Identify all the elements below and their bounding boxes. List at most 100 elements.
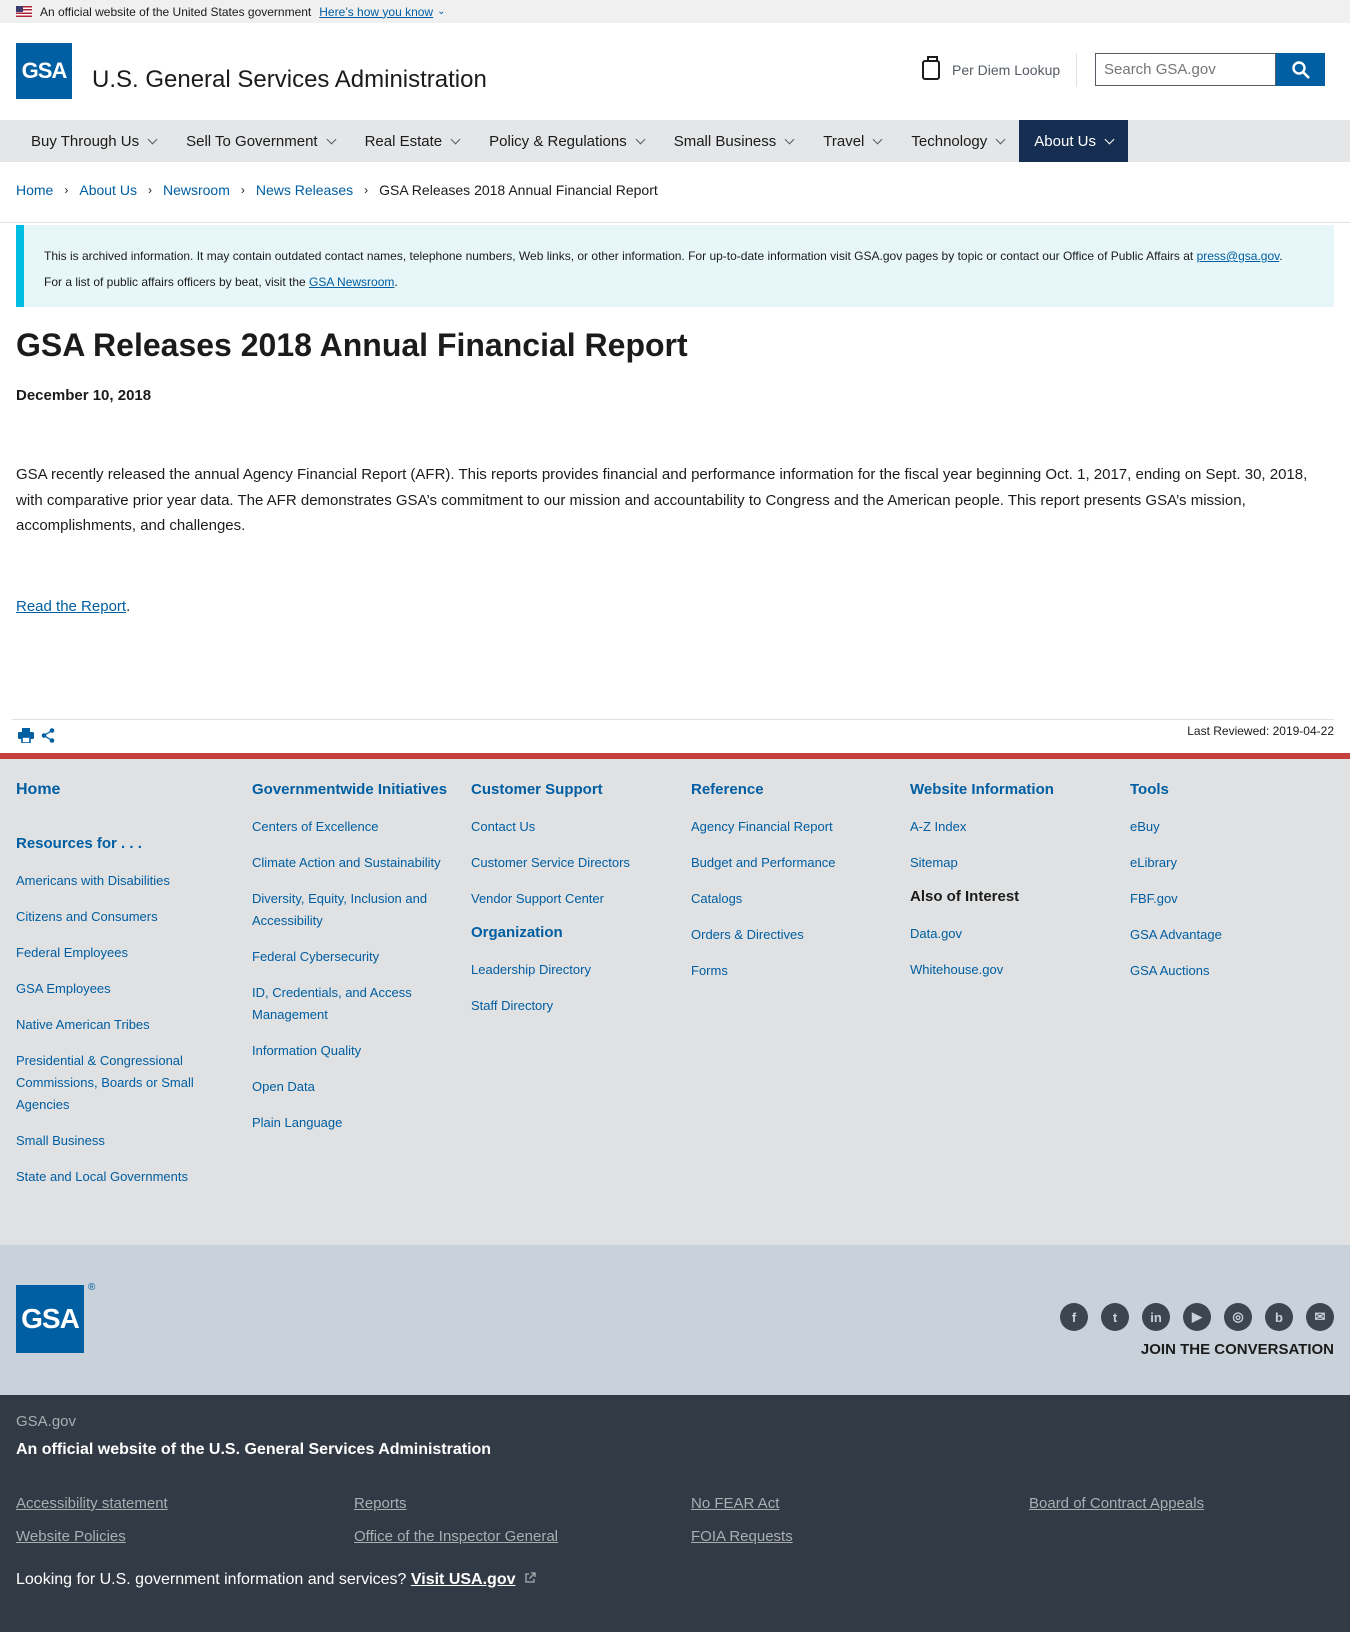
press-email-link[interactable]: press@gsa.gov [1197,249,1280,263]
footer-nav: Home Resources for . . . Americans with … [0,759,1350,1245]
usa-gov-text: Looking for U.S. government information … [16,1571,411,1588]
chevron-down-icon [147,134,158,145]
breadcrumb-newsroom[interactable]: Newsroom [163,182,230,198]
footer-link[interactable]: Citizens and Consumers [16,906,226,928]
footer-link[interactable]: Vendor Support Center [471,888,671,910]
identifier-domain: GSA.gov [16,1413,77,1430]
inspector-general-link[interactable]: Office of the Inspector General [354,1528,558,1545]
chevron-down-icon[interactable]: ⌄ [437,6,445,17]
footer-link[interactable]: ID, Credentials, and Access Management [252,982,452,1026]
footer-link[interactable]: Climate Action and Sustainability [252,852,452,874]
footer-link[interactable]: Small Business [16,1130,226,1152]
footer-link[interactable]: Diversity, Equity, Inclusion and Accessi… [252,888,452,932]
footer-link[interactable]: Catalogs [691,888,891,910]
nav-travel[interactable]: Travel [808,120,896,162]
footer-link[interactable]: Centers of Excellence [252,816,452,838]
twitter-icon[interactable]: t [1101,1303,1129,1331]
footer-link[interactable]: Leadership Directory [471,959,671,981]
how-you-know-link[interactable]: Here’s how you know [319,5,433,19]
breadcrumb-home[interactable]: Home [16,182,53,198]
footer-link[interactable]: Presidential & Congressional Commissions… [16,1050,226,1116]
visit-usa-gov-link[interactable]: Visit USA.gov [411,1571,516,1588]
footer-link[interactable]: Data.gov [910,923,1110,945]
accessibility-statement-link[interactable]: Accessibility statement [16,1495,168,1512]
gsa-logo[interactable]: GSA [16,43,72,99]
chevron-down-icon [995,134,1006,145]
footer-link[interactable]: Whitehouse.gov [910,959,1110,981]
read-report-link[interactable]: Read the Report [16,598,126,615]
footer-home-link[interactable]: Home [16,781,226,799]
us-flag-icon [16,6,32,17]
linkedin-icon[interactable]: in [1142,1303,1170,1331]
nav-real-estate[interactable]: Real Estate [350,120,475,162]
chevron-right-icon: › [64,183,69,197]
gsa-footer-logo[interactable]: GSA [16,1285,84,1353]
nav-about-us[interactable]: About Us [1019,120,1128,162]
footer-link[interactable]: Agency Financial Report [691,816,891,838]
footer-link[interactable]: Plain Language [252,1112,452,1134]
footer-link[interactable]: Staff Directory [471,995,671,1017]
blog-icon[interactable]: b [1265,1303,1293,1331]
breadcrumb-current: GSA Releases 2018 Annual Financial Repor… [379,182,658,198]
footer-reference-heading: Reference [691,781,764,798]
foia-requests-link[interactable]: FOIA Requests [691,1528,793,1545]
breadcrumb-about-us[interactable]: About Us [79,182,137,198]
gsa-newsroom-link[interactable]: GSA Newsroom [309,275,394,289]
nav-sell-to-government[interactable]: Sell To Government [171,120,349,162]
footer-col-tools: Tools eBuy eLibrary FBF.gov GSA Advantag… [1130,781,1330,996]
footer-link[interactable]: FBF.gov [1130,888,1330,910]
footer-link[interactable]: Budget and Performance [691,852,891,874]
social-icons: f t in ▶ ◎ b ✉ [1060,1303,1334,1331]
footer-link[interactable]: Information Quality [252,1040,452,1062]
youtube-icon[interactable]: ▶ [1183,1303,1211,1331]
read-report-paragraph: Read the Report. [16,598,130,615]
footer-link[interactable]: GSA Advantage [1130,924,1330,946]
footer-link[interactable]: GSA Auctions [1130,960,1330,982]
board-contract-appeals-link[interactable]: Board of Contract Appeals [1029,1495,1204,1512]
footer-website-heading: Website Information [910,781,1054,798]
breadcrumb-news-releases[interactable]: News Releases [256,182,353,198]
chevron-down-icon [784,134,795,145]
email-icon[interactable]: ✉ [1306,1303,1334,1331]
per-diem-label: Per Diem Lookup [952,62,1061,78]
resources-list: Americans with Disabilities Citizens and… [16,870,226,1188]
footer-link[interactable]: Forms [691,960,891,982]
reports-link[interactable]: Reports [354,1495,407,1512]
nav-buy-through-us[interactable]: Buy Through Us [16,120,171,162]
footer-link[interactable]: eLibrary [1130,852,1330,874]
footer-link[interactable]: Sitemap [910,852,1110,874]
footer-link[interactable]: Contact Us [471,816,671,838]
footer-link[interactable]: State and Local Governments [16,1166,226,1188]
footer-support-heading: Customer Support [471,781,603,798]
search-button[interactable] [1276,53,1325,86]
footer-link[interactable]: eBuy [1130,816,1330,838]
footer-link[interactable]: Open Data [252,1076,452,1098]
nav-small-business[interactable]: Small Business [659,120,809,162]
site-title[interactable]: U.S. General Services Administration [92,66,487,94]
nav-label: Real Estate [364,132,443,150]
print-icon[interactable] [18,728,34,743]
footer-link[interactable]: Federal Cybersecurity [252,946,452,968]
publish-date: December 10, 2018 [16,387,152,404]
footer-link[interactable]: Orders & Directives [691,924,891,946]
footer-link[interactable]: Federal Employees [16,942,226,964]
alert-text: For a list of public affairs officers by… [44,275,310,289]
share-icon[interactable] [41,728,55,743]
footer-link[interactable]: Americans with Disabilities [16,870,226,892]
divider [12,719,1334,720]
footer-link[interactable]: Customer Service Directors [471,852,671,874]
search-input[interactable] [1095,53,1276,86]
nav-technology[interactable]: Technology [896,120,1019,162]
footer-link[interactable]: A-Z Index [910,816,1110,838]
footer-link[interactable]: Native American Tribes [16,1014,226,1036]
org-list: Leadership Directory Staff Directory [471,959,671,1017]
instagram-icon[interactable]: ◎ [1224,1303,1252,1331]
archive-alert: This is archived information. It may con… [16,225,1334,307]
nav-policy-regulations[interactable]: Policy & Regulations [474,120,659,162]
no-fear-act-link[interactable]: No FEAR Act [691,1495,779,1512]
facebook-icon[interactable]: f [1060,1303,1088,1331]
website-policies-link[interactable]: Website Policies [16,1528,126,1545]
per-diem-lookup-link[interactable]: Per Diem Lookup [922,56,1061,81]
footer-link[interactable]: GSA Employees [16,978,226,1000]
footer-resources-heading: Resources for . . . [16,835,142,852]
